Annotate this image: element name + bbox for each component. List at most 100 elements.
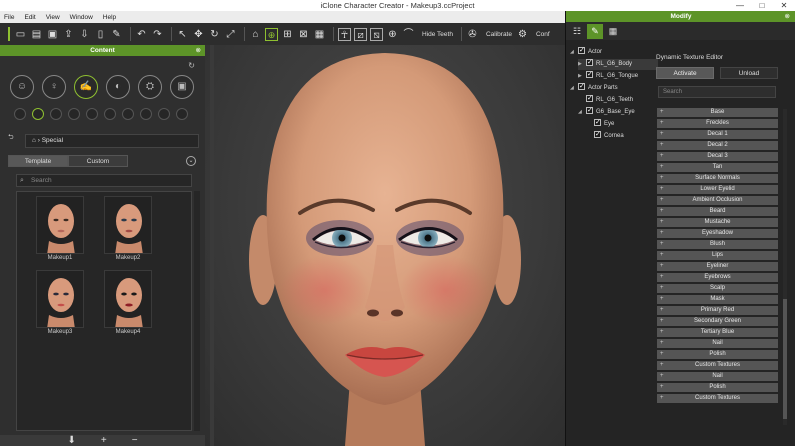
layer-row[interactable]: + Custom Textures: [657, 361, 778, 370]
expand-arrow-icon[interactable]: ◢: [570, 47, 578, 58]
activate-button[interactable]: Activate: [656, 67, 714, 79]
redo-icon[interactable]: ↷: [151, 28, 164, 41]
tab-checker-icon[interactable]: ▦: [605, 24, 621, 39]
teeth-icon[interactable]: ⌒: [402, 28, 415, 41]
expand-plus-icon[interactable]: +: [660, 372, 664, 381]
globe-icon[interactable]: ⊕: [386, 28, 399, 41]
unload-button[interactable]: Unload: [720, 67, 778, 79]
tab-material-icon[interactable]: ✎: [587, 23, 603, 39]
checkbox[interactable]: [586, 69, 593, 80]
frame-all-icon[interactable]: ⊞: [281, 28, 294, 41]
expand-plus-icon[interactable]: +: [660, 108, 664, 117]
layer-row[interactable]: + Lower Eyelid: [657, 185, 778, 194]
makeup4-thumbnail[interactable]: [104, 270, 152, 328]
expand-plus-icon[interactable]: +: [660, 284, 664, 293]
expand-plus-icon[interactable]: +: [660, 273, 664, 282]
config-icon[interactable]: ⚙: [516, 28, 529, 41]
layer-row[interactable]: + Eyebrows: [657, 273, 778, 282]
expand-plus-icon[interactable]: +: [660, 394, 664, 403]
tree-node-base-eye[interactable]: ◢G6_Base_Eye: [578, 105, 635, 118]
expand-plus-icon[interactable]: +: [660, 119, 664, 128]
tree-node-actor-parts[interactable]: ◢Actor Parts: [570, 81, 618, 94]
close-button[interactable]: ✕: [773, 0, 795, 11]
undo-icon[interactable]: ↶: [135, 28, 148, 41]
checkbox[interactable]: [594, 129, 601, 140]
content-path[interactable]: ⌂ › Special: [25, 134, 199, 148]
content-scrollbar[interactable]: [194, 191, 200, 431]
config-button[interactable]: Conf: [536, 31, 550, 38]
layer-row[interactable]: + Eyeliner: [657, 262, 778, 271]
tab-template[interactable]: Template: [8, 155, 68, 167]
expand-plus-icon[interactable]: +: [660, 141, 664, 150]
brush-icon[interactable]: ⧅: [370, 27, 383, 41]
layer-row[interactable]: + Mask: [657, 295, 778, 304]
subcategory-icon[interactable]: [122, 108, 134, 120]
body-category-icon[interactable]: ♀: [42, 75, 66, 99]
expand-plus-icon[interactable]: +: [660, 196, 664, 205]
expand-plus-icon[interactable]: +: [660, 339, 664, 348]
layer-row[interactable]: + Ambient Occlusion: [657, 196, 778, 205]
refresh-icon[interactable]: ↻: [188, 61, 195, 70]
hair-category-icon[interactable]: ⛭: [138, 75, 162, 99]
expand-plus-icon[interactable]: +: [660, 361, 664, 370]
expand-arrow-icon[interactable]: ◢: [578, 107, 586, 118]
layer-row[interactable]: + Nail: [657, 372, 778, 381]
layout-icon[interactable]: ▦: [313, 28, 326, 41]
tab-sliders-icon[interactable]: ☷: [569, 24, 585, 39]
save-icon[interactable]: ▣: [46, 28, 59, 41]
modify-panel-close-icon[interactable]: ⊗: [785, 11, 790, 22]
menu-edit[interactable]: Edit: [24, 14, 35, 21]
expand-plus-icon[interactable]: +: [660, 383, 664, 392]
subcategory-icon[interactable]: [104, 108, 116, 120]
checkbox[interactable]: [578, 45, 585, 56]
expand-plus-icon[interactable]: +: [660, 306, 664, 315]
delete-icon[interactable]: −: [132, 435, 138, 446]
collapse-icon[interactable]: ⌄: [186, 156, 196, 166]
maximize-button[interactable]: □: [751, 0, 773, 11]
layer-row[interactable]: + Base: [657, 108, 778, 117]
tree-node-tongue[interactable]: ▶RL_G6_Tongue: [578, 69, 638, 82]
checkbox[interactable]: [594, 117, 601, 128]
subcategory-icon[interactable]: [140, 108, 152, 120]
menu-help[interactable]: Help: [103, 14, 116, 21]
layer-row[interactable]: + Decal 1: [657, 130, 778, 139]
subcategory-special-icon[interactable]: [32, 108, 44, 120]
minimize-button[interactable]: —: [729, 0, 751, 11]
layer-row[interactable]: + Tertiary Blue: [657, 328, 778, 337]
expand-plus-icon[interactable]: +: [660, 240, 664, 249]
3d-viewport[interactable]: [205, 45, 565, 446]
calibrate-icon[interactable]: ✇: [466, 28, 479, 41]
skin-category-icon[interactable]: ◐: [106, 75, 130, 99]
subcategory-icon[interactable]: [158, 108, 170, 120]
layer-row[interactable]: + Lips: [657, 251, 778, 260]
layer-row[interactable]: + Custom Textures: [657, 394, 778, 403]
checkbox[interactable]: [586, 57, 593, 68]
calibrate-button[interactable]: Calibrate: [486, 31, 512, 38]
tab-custom[interactable]: Custom: [68, 155, 128, 167]
expand-plus-icon[interactable]: +: [660, 251, 664, 260]
layer-row[interactable]: + Beard: [657, 207, 778, 216]
layer-row[interactable]: + Freckles: [657, 119, 778, 128]
back-arrow-icon[interactable]: ⮌: [8, 133, 14, 144]
export-icon[interactable]: ⇪: [62, 28, 75, 41]
layer-row[interactable]: + Mustache: [657, 218, 778, 227]
open-folder-icon[interactable]: ▤: [30, 28, 43, 41]
expand-arrow-icon[interactable]: ▶: [578, 59, 586, 70]
menu-window[interactable]: Window: [70, 14, 93, 21]
add-icon[interactable]: +: [101, 435, 107, 446]
expand-arrow-icon[interactable]: ◢: [570, 83, 578, 94]
clothing-category-icon[interactable]: ▣: [170, 75, 194, 99]
layer-scrollbar-thumb[interactable]: [783, 299, 787, 419]
subcategory-icon[interactable]: [176, 108, 188, 120]
frame-selected-icon[interactable]: ⊕: [265, 27, 278, 41]
expand-plus-icon[interactable]: +: [660, 229, 664, 238]
viewport-splitter[interactable]: [210, 45, 214, 446]
expand-plus-icon[interactable]: +: [660, 328, 664, 337]
expand-plus-icon[interactable]: +: [660, 295, 664, 304]
layer-row[interactable]: + Scalp: [657, 284, 778, 293]
expand-plus-icon[interactable]: +: [660, 152, 664, 161]
move-icon[interactable]: ✥: [192, 28, 205, 41]
select-arrow-icon[interactable]: ↖: [176, 28, 189, 41]
layer-row[interactable]: + Eyeshadow: [657, 229, 778, 238]
layer-row[interactable]: + Decal 3: [657, 152, 778, 161]
